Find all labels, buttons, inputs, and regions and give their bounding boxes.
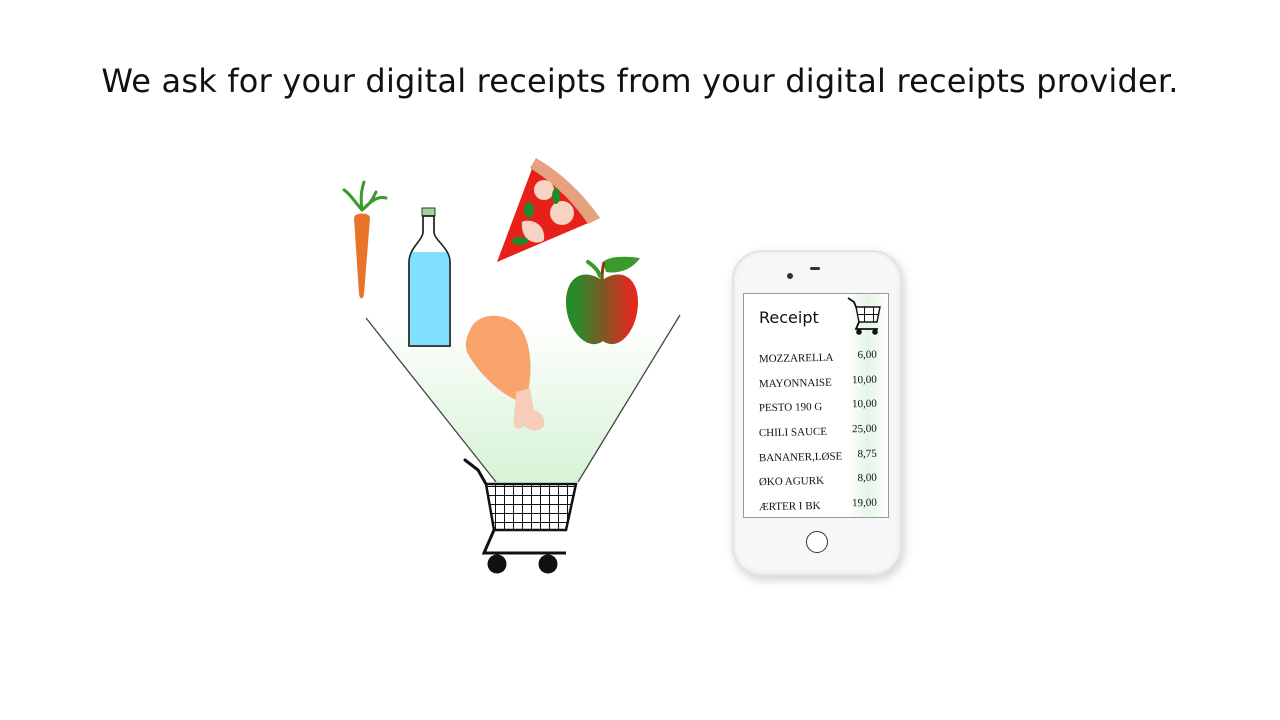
receipt-item-name: MOZZARELLA bbox=[758, 351, 834, 366]
receipt-item-price: 10,00 bbox=[851, 398, 877, 411]
shopping-cart-icon bbox=[847, 297, 881, 335]
receipt-item-name: ÆRTER I BK bbox=[758, 500, 821, 514]
bottle-icon bbox=[408, 207, 451, 347]
receipt-item-price: 19,00 bbox=[851, 496, 877, 510]
receipt-item-price: 6,00 bbox=[857, 348, 877, 362]
receipt-item-name: PESTO 190 G bbox=[758, 401, 823, 415]
carrot-icon bbox=[342, 180, 388, 299]
receipt-item-price: 10,00 bbox=[851, 373, 877, 386]
camera-dot bbox=[787, 273, 793, 279]
shopping-illustration bbox=[342, 158, 681, 574]
pizza-slice-icon bbox=[497, 158, 600, 262]
receipt-title: Receipt bbox=[759, 308, 819, 327]
receipt-item-name: ØKO AGURK bbox=[758, 475, 825, 489]
receipt-item-price: 25,00 bbox=[851, 422, 877, 436]
receipt-item-name: CHILI SAUCE bbox=[758, 425, 828, 440]
earpiece-speaker bbox=[810, 267, 820, 270]
receipt-row: ÆRTER I BK 19,00 bbox=[758, 496, 879, 526]
receipt-item-name: BANANER,LØSE bbox=[758, 450, 843, 465]
smartphone: Receipt MOZZARELLA 6,00 MAYONNAISE 10,00 bbox=[732, 250, 902, 576]
receipt-screen: Receipt MOZZARELLA 6,00 MAYONNAISE 10,00 bbox=[743, 293, 889, 518]
receipt-item-price: 8,75 bbox=[857, 447, 877, 460]
home-button[interactable] bbox=[806, 531, 828, 553]
receipt-item-price: 8,00 bbox=[857, 472, 877, 485]
apple-icon bbox=[566, 256, 640, 345]
slide: We ask for your digital receipts from yo… bbox=[0, 0, 1280, 720]
receipt-item-name: MAYONNAISE bbox=[758, 376, 832, 390]
receipt-item-list: MOZZARELLA 6,00 MAYONNAISE 10,00 PESTO 1… bbox=[758, 348, 879, 526]
